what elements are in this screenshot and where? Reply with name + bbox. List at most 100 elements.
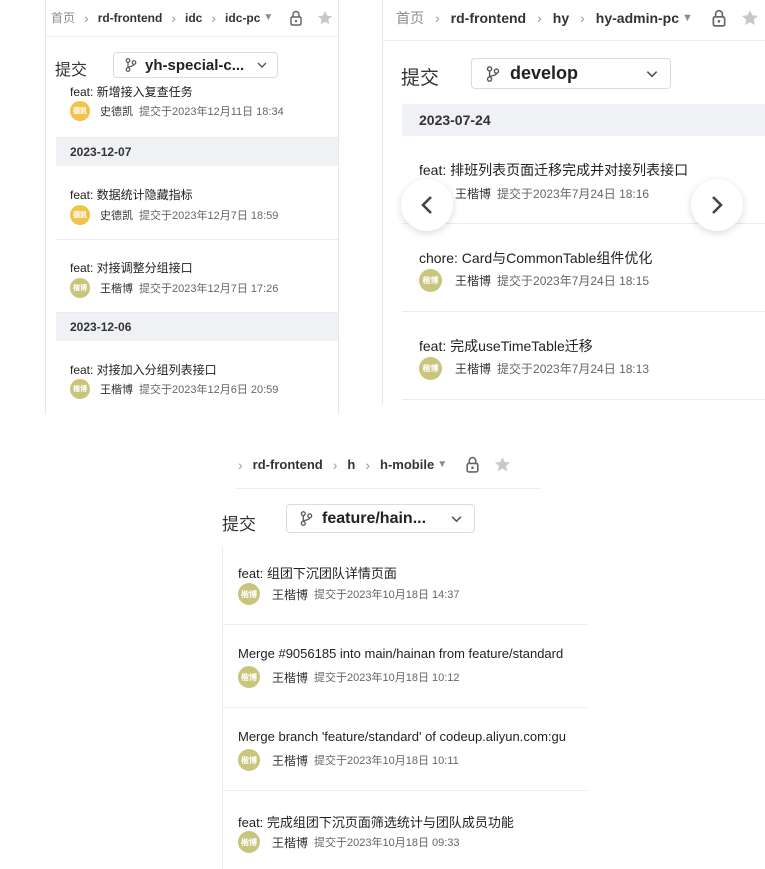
breadcrumb: › rd-frontend › h › h-mobile ▼ [238, 456, 511, 473]
commit-author[interactable]: 王楷博 [455, 185, 491, 202]
commit-time: 提交于2023年7月24日 18:13 [497, 362, 650, 376]
commit-meta: 德凯 史德凯 提交于2023年12月11日 18:34 [70, 101, 284, 121]
commit-item[interactable]: chore: Card与CommonTable组件优化 楷博 王楷博 提交于20… [402, 224, 765, 312]
commit-list: feat: 组团下沉团队详情页面 楷博 王楷博 提交于2023年10月18日 1… [222, 547, 587, 869]
commit-item[interactable]: feat: 完成useTimeTable迁移 楷博 王楷博 提交于2023年7月… [402, 312, 765, 400]
divider [236, 488, 541, 489]
chevron-down-icon[interactable]: ▼ [682, 12, 693, 24]
breadcrumb-separator: › [171, 9, 177, 26]
breadcrumb-separator: › [211, 9, 217, 26]
commit-author[interactable]: 王楷博 [272, 752, 308, 769]
commit-item[interactable]: feat: 对接调整分组接口 楷博 王楷博 提交于2023年12月7日 17:2… [56, 240, 338, 313]
breadcrumb-item[interactable]: rd-frontend [253, 457, 323, 472]
breadcrumb-item[interactable]: h-mobile [380, 457, 434, 472]
commit-title: Merge #9056185 into main/hainan from fea… [238, 646, 564, 661]
star-icon[interactable] [317, 10, 333, 26]
divider [46, 36, 338, 37]
commit-author[interactable]: 史德凯 [100, 207, 133, 223]
panel-idc-pc: 首页 › rd-frontend › idc › idc-pc ▼ 提交 yh-… [45, 0, 339, 414]
chevron-right-icon [712, 196, 723, 214]
commit-author[interactable]: 王楷博 [272, 586, 308, 603]
commit-meta: 楷博 王楷博 提交于2023年10月18日 10:11 [238, 749, 459, 771]
submit-label: 提交 [55, 62, 88, 79]
commit-title: chore: Card与CommonTable组件优化 [419, 250, 653, 266]
lock-icon[interactable] [711, 9, 727, 27]
commit-time: 提交于2023年12月7日 18:59 [139, 210, 279, 222]
breadcrumb-home[interactable]: 首页 [396, 8, 424, 28]
commit-title: Merge branch 'feature/standard' of codeu… [238, 729, 566, 744]
commit-time: 提交于2023年10月18日 10:11 [314, 755, 459, 767]
breadcrumb-item[interactable]: hy-admin-pc [596, 10, 679, 26]
chevron-down-icon [257, 62, 267, 68]
commit-time: 提交于2023年10月18日 09:33 [314, 837, 460, 849]
star-icon[interactable] [741, 9, 759, 27]
commit-item[interactable]: Merge branch 'feature/standard' of codeu… [223, 708, 587, 791]
commit-title: feat: 新增接入复查任务 [70, 86, 193, 99]
breadcrumb-item[interactable]: hy [553, 10, 569, 26]
commit-author[interactable]: 史德凯 [100, 103, 133, 119]
commit-author[interactable]: 王楷博 [100, 280, 133, 296]
branch-icon [300, 511, 313, 526]
breadcrumb-separator: › [537, 10, 542, 26]
avatar: 德凯 [70, 101, 90, 121]
commit-meta: 楷博 王楷博 提交于2023年12月6日 20:59 [70, 379, 278, 399]
branch-selector[interactable]: develop [471, 58, 671, 89]
commit-author[interactable]: 王楷博 [100, 381, 133, 397]
commit-author[interactable]: 王楷博 [455, 272, 491, 289]
commit-title: feat: 对接调整分组接口 [70, 261, 193, 275]
branch-name: feature/hain... [322, 509, 427, 527]
next-button[interactable] [691, 179, 743, 231]
commit-title: feat: 完成组团下沉页面筛选统计与团队成员功能 [238, 815, 514, 830]
branch-selector[interactable]: feature/hain... [286, 504, 475, 533]
avatar: 楷博 [419, 357, 442, 380]
avatar: 楷博 [238, 749, 260, 771]
commit-list: feat: 新增接入复查任务 德凯 史德凯 提交于2023年12月11日 18:… [56, 86, 338, 414]
avatar: 楷博 [70, 379, 90, 399]
commit-item[interactable]: feat: 数据统计隐藏指标 德凯 史德凯 提交于2023年12月7日 18:5… [56, 166, 338, 240]
commit-author[interactable]: 王楷博 [455, 360, 491, 377]
commit-meta: 楷博 王楷博 提交于2023年7月24日 18:13 [419, 357, 649, 380]
chevron-down-icon[interactable]: ▼ [263, 12, 273, 23]
avatar: 德凯 [70, 205, 90, 225]
lock-icon[interactable] [465, 456, 480, 473]
chevron-down-icon[interactable]: ▼ [437, 459, 447, 470]
commit-list: 2023-07-24 feat: 排班列表页面迁移完成并对接列表接口 楷博 王楷… [402, 104, 765, 404]
breadcrumb: 首页 › rd-frontend › idc › idc-pc ▼ [51, 9, 333, 26]
commit-item[interactable]: feat: 完成组团下沉页面筛选统计与团队成员功能 楷博 王楷博 提交于2023… [223, 791, 587, 869]
commit-author[interactable]: 王楷博 [272, 834, 308, 851]
avatar: 楷博 [238, 666, 260, 688]
commit-title: feat: 对接加入分组列表接口 [70, 363, 217, 377]
branch-name: yh-special-c... [145, 56, 245, 74]
lock-icon[interactable] [289, 10, 303, 26]
commit-meta: 楷博 王楷博 提交于2023年10月18日 09:33 [238, 831, 460, 853]
date-group-header: 2023-12-07 [56, 138, 338, 166]
commit-time: 提交于2023年12月6日 20:59 [139, 384, 279, 396]
branch-selector[interactable]: yh-special-c... [113, 52, 278, 78]
commit-meta: 楷博 王楷博 提交于2023年12月7日 17:26 [70, 278, 278, 298]
breadcrumb-item[interactable]: idc [185, 11, 202, 25]
commit-time: 提交于2023年12月7日 17:26 [139, 283, 279, 295]
commit-title: feat: 排班列表页面迁移完成并对接列表接口 [419, 162, 689, 178]
commit-author[interactable]: 王楷博 [272, 669, 308, 686]
commit-item[interactable]: Merge #9056185 into main/hainan from fea… [223, 625, 587, 708]
breadcrumb-item[interactable]: idc-pc [225, 11, 260, 25]
star-icon[interactable] [494, 456, 511, 473]
commit-item[interactable]: feat: 新增接入复查任务 德凯 史德凯 提交于2023年12月11日 18:… [56, 86, 338, 138]
avatar: 楷博 [70, 278, 90, 298]
breadcrumb-home[interactable]: 首页 [51, 9, 75, 26]
commit-time: 提交于2023年12月11日 18:34 [139, 106, 284, 118]
commit-item[interactable]: feat: 对接加入分组列表接口 楷博 王楷博 提交于2023年12月6日 20… [56, 341, 338, 414]
prev-button[interactable] [401, 179, 453, 231]
commit-meta: 楷博 王楷博 提交于2023年10月18日 14:37 [238, 583, 460, 605]
chevron-down-icon [646, 70, 658, 77]
breadcrumb-separator: › [238, 456, 243, 473]
breadcrumb-item[interactable]: rd-frontend [98, 11, 163, 25]
commit-meta: 楷博 王楷博 提交于2023年7月24日 18:15 [419, 269, 649, 292]
breadcrumb-separator: › [332, 456, 338, 473]
submit-label: 提交 [401, 68, 440, 89]
commit-meta: 德凯 史德凯 提交于2023年12月7日 18:59 [70, 205, 278, 225]
breadcrumb-separator: › [580, 10, 585, 26]
breadcrumb-item[interactable]: rd-frontend [451, 10, 526, 26]
breadcrumb-item[interactable]: h [347, 457, 355, 472]
commit-item[interactable]: feat: 组团下沉团队详情页面 楷博 王楷博 提交于2023年10月18日 1… [223, 547, 587, 625]
